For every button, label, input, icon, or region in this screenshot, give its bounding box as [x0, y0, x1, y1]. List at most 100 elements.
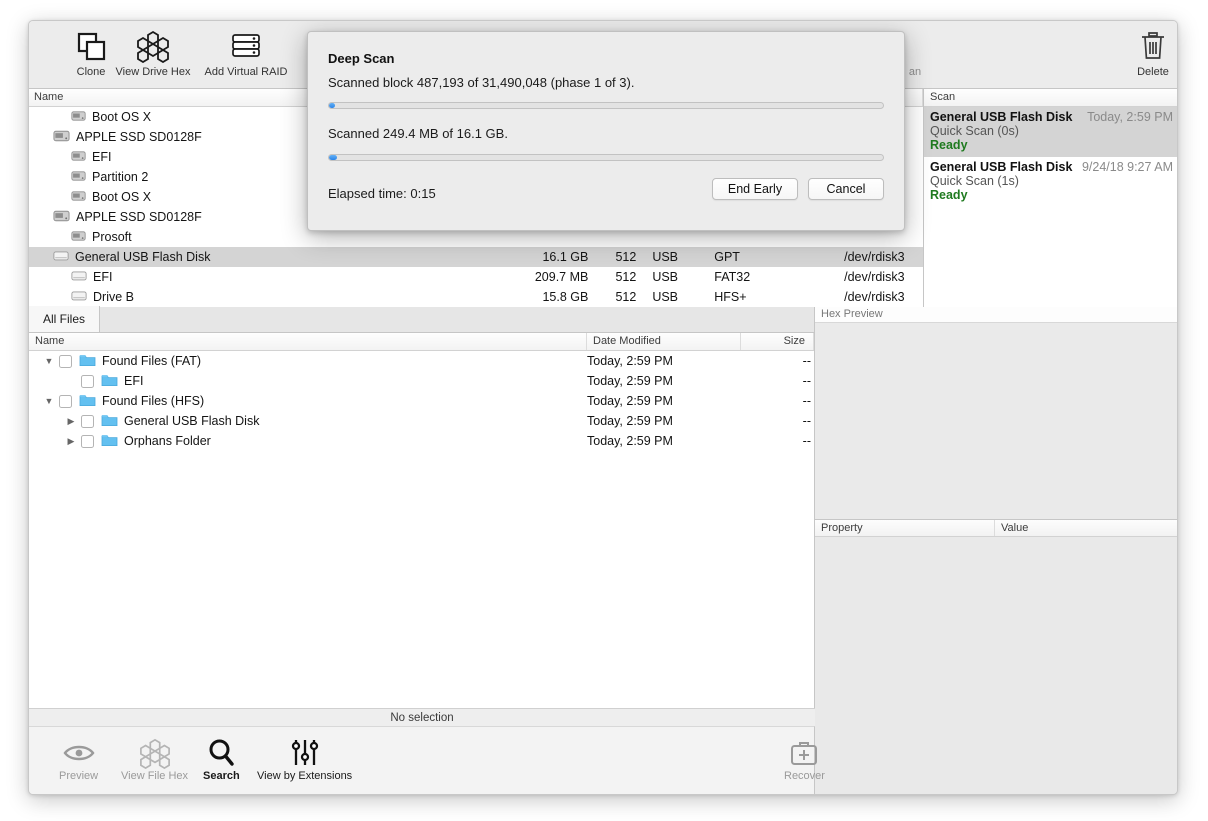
- magnifier-icon: [206, 736, 236, 769]
- hex-preview-header: Hex Preview: [815, 307, 1178, 323]
- eye-icon: [63, 736, 95, 769]
- chevron-right-icon[interactable]: ▶: [61, 416, 81, 427]
- file-list-column-headers: Name Date Modified Size: [29, 333, 814, 351]
- tab-all-files[interactable]: All Files: [29, 306, 100, 332]
- drive-row-size: 209.7 MB: [498, 270, 598, 284]
- bottom-button-recover[interactable]: Recover: [784, 736, 825, 782]
- file-row-date: Today, 2:59 PM: [587, 374, 673, 388]
- property-col-value[interactable]: Value: [995, 520, 1178, 536]
- file-row-name: General USB Flash Disk: [124, 414, 259, 428]
- file-row[interactable]: ▼Found Files (HFS)Today, 2:59 PM--: [29, 391, 814, 411]
- bottom-label-recover: Recover: [784, 770, 825, 782]
- file-row[interactable]: ▶ Orphans Folder Today, 2:59 PM --: [29, 431, 814, 451]
- chevron-down-icon[interactable]: ▼: [39, 396, 59, 406]
- scan-item-time: 9/24/18 9:27 AM: [1082, 160, 1173, 174]
- bottom-button-view-file-hex[interactable]: View File Hex: [121, 736, 188, 782]
- file-col-size[interactable]: Size: [741, 333, 814, 350]
- scan-item-type: Quick Scan (0s): [930, 124, 1173, 138]
- folder-icon: [79, 393, 96, 410]
- chevron-right-icon[interactable]: ▶: [61, 436, 81, 447]
- scan-item-status: Ready: [930, 138, 1173, 152]
- toolbar-label-scan-partial: an: [909, 66, 921, 78]
- hard-drive-icon: [71, 150, 86, 165]
- file-row-size: --: [741, 414, 811, 428]
- deep-scan-dialog: Deep Scan Scanned block 487,193 of 31,49…: [307, 31, 905, 231]
- drive-row[interactable]: EFI209.7 MB512USBFAT32/dev/rdisk3: [29, 267, 923, 287]
- dialog-elapsed-time: Elapsed time: 0:15: [328, 186, 436, 201]
- toolbar-label-view-drive-hex: View Drive Hex: [116, 66, 191, 78]
- scan-list-item[interactable]: General USB Flash Disk9/24/18 9:27 AMQui…: [924, 157, 1178, 207]
- dialog-block-status: Scanned block 487,193 of 31,490,048 (pha…: [328, 75, 634, 90]
- bottom-toolbar: Preview View File Hex: [29, 726, 815, 795]
- dialog-bytes-status: Scanned 249.4 MB of 16.1 GB.: [328, 126, 508, 141]
- drive-row-bus: USB: [646, 290, 708, 304]
- hard-drive-icon: [53, 209, 70, 226]
- file-row-name: EFI: [124, 374, 143, 388]
- folder-icon: [101, 433, 118, 450]
- drive-row[interactable]: Drive B15.8 GB512USBHFS+/dev/rdisk3: [29, 287, 923, 307]
- application-window: Clone View Drive Hex: [28, 20, 1178, 795]
- file-row[interactable]: ▶General USB Flash DiskToday, 2:59 PM--: [29, 411, 814, 431]
- toolbar-label-add-virtual-raid: Add Virtual RAID: [205, 66, 288, 78]
- sliders-icon: [288, 736, 322, 769]
- scan-item-name: General USB Flash Disk: [930, 110, 1072, 124]
- drive-row-block: 512: [598, 250, 646, 264]
- scan-list-panel: Scan General USB Flash DiskToday, 2:59 P…: [924, 89, 1178, 307]
- toolbar-button-add-virtual-raid[interactable]: Add Virtual RAID: [194, 27, 298, 78]
- progress-fill-bytes: [329, 155, 337, 160]
- bottom-button-search[interactable]: Search: [203, 736, 240, 782]
- file-list-body: ▼ Found Files (FAT) Today, 2:59 PM -- EFI Tod…: [29, 351, 814, 451]
- drive-row-name: Partition 2: [92, 170, 148, 184]
- end-early-button[interactable]: End Early: [712, 178, 798, 200]
- file-row-name: Orphans Folder: [124, 434, 211, 448]
- file-row-date: Today, 2:59 PM: [587, 434, 673, 448]
- drive-row-size: 16.1 GB: [498, 250, 598, 264]
- drive-row-format: GPT: [708, 250, 838, 264]
- drive-row-block: 512: [598, 270, 646, 284]
- file-row-checkbox[interactable]: [59, 395, 72, 408]
- toolbar-button-view-drive-hex[interactable]: View Drive Hex: [101, 27, 205, 78]
- drive-row-block: 512: [598, 290, 646, 304]
- hard-drive-icon: [71, 230, 86, 245]
- chevron-down-icon[interactable]: ▼: [39, 356, 59, 366]
- drive-row-format: HFS+: [708, 290, 838, 304]
- toolbar-label-delete: Delete: [1137, 66, 1169, 78]
- bottom-label-view-by-extensions: View by Extensions: [257, 770, 352, 782]
- file-row[interactable]: EFIToday, 2:59 PM--: [29, 371, 814, 391]
- file-row[interactable]: ▼Found Files (FAT)Today, 2:59 PM--: [29, 351, 814, 371]
- file-row-size: --: [741, 434, 811, 448]
- dialog-progress-bar-blocks: [328, 102, 884, 109]
- file-col-date-modified[interactable]: Date Modified: [587, 333, 741, 350]
- drive-row[interactable]: General USB Flash Disk16.1 GB512USBGPT/d…: [29, 247, 923, 267]
- hard-drive-icon: [53, 129, 70, 146]
- bottom-button-preview[interactable]: Preview: [59, 736, 98, 782]
- bottom-button-view-by-extensions[interactable]: View by Extensions: [257, 736, 352, 782]
- cancel-button[interactable]: Cancel: [808, 178, 884, 200]
- drive-row-bus: USB: [646, 250, 708, 264]
- file-col-name[interactable]: Name: [29, 333, 587, 350]
- dialog-title: Deep Scan: [328, 51, 394, 66]
- hex-preview-panel: Hex Preview: [815, 307, 1178, 519]
- file-browser-panel: All Files Name Date Modified Size ▼ Found…: [29, 307, 815, 726]
- hard-drive-icon: [71, 110, 86, 125]
- usb-drive-icon: [71, 289, 87, 305]
- file-row-checkbox[interactable]: [81, 375, 94, 388]
- toolbar-button-delete[interactable]: Delete: [1101, 27, 1178, 78]
- drive-row-size: 15.8 GB: [498, 290, 598, 304]
- usb-drive-icon: [71, 269, 87, 285]
- file-row-name: Found Files (FAT): [102, 354, 201, 368]
- selection-status-bar: No selection: [29, 708, 815, 726]
- scan-column-header[interactable]: Scan: [924, 89, 1178, 107]
- property-col-property[interactable]: Property: [815, 520, 995, 536]
- file-row-checkbox[interactable]: [81, 435, 94, 448]
- hard-drive-icon: [71, 170, 86, 185]
- hard-drive-icon: [71, 190, 86, 205]
- bottom-label-preview: Preview: [59, 770, 98, 782]
- file-row-checkbox[interactable]: [81, 415, 94, 428]
- file-row-checkbox[interactable]: [59, 355, 72, 368]
- bottom-label-search: Search: [203, 770, 240, 782]
- drive-row-name: Drive B: [93, 290, 134, 304]
- scan-list-item[interactable]: General USB Flash DiskToday, 2:59 PMQuic…: [924, 107, 1178, 157]
- file-row-name: Found Files (HFS): [102, 394, 204, 408]
- drive-row-name: EFI: [93, 270, 112, 284]
